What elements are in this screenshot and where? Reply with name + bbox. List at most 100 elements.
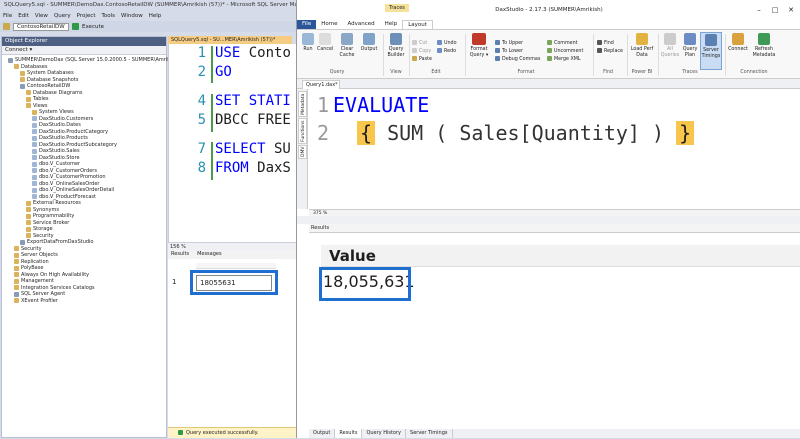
query-builder-label: Query Builder [387, 47, 405, 58]
editor-tab-query[interactable]: SQLQuery5.sql - SU...MER\Amrikish (57))* [168, 36, 292, 44]
dmv-tab[interactable]: DMV [298, 145, 307, 159]
folder-icon [14, 252, 19, 258]
connect-button[interactable]: Connect ▾ [5, 47, 32, 53]
side-panel-tabs: Metadata Functions DMV [297, 89, 308, 209]
find-button[interactable]: Find [597, 40, 614, 47]
editor-zoom[interactable]: 156 % [168, 242, 296, 250]
view-icon [32, 122, 37, 128]
debug-commas-button[interactable]: Debug Commas [495, 56, 540, 63]
load-perf-data-button[interactable]: Load Perf Data [629, 33, 655, 58]
redo-button[interactable]: Redo [437, 48, 456, 55]
database-dropdown[interactable]: ContosoRetailDW [13, 22, 69, 31]
uncomment-button[interactable]: Uncomment [547, 48, 583, 55]
replace-button[interactable]: Replace [597, 48, 623, 55]
line-number: 2 [316, 121, 329, 145]
line-number: 1 [197, 45, 206, 61]
metadata-tab[interactable]: Metadata [298, 91, 307, 117]
results-tabs: Results Messages [168, 250, 296, 259]
code-line: 2 GO [169, 63, 297, 82]
menu-window[interactable]: Window [121, 11, 143, 21]
query-plan-label: Query Plan [682, 47, 698, 58]
server-timings-tab[interactable]: Server Timings [406, 429, 453, 438]
comment-button[interactable]: Comment [547, 40, 578, 47]
tree-node[interactable]: XEvent Profiler [2, 298, 166, 305]
menu-tools[interactable]: Tools [101, 11, 115, 21]
all-queries-button[interactable]: All Queries [660, 33, 680, 58]
group-query: Query [329, 70, 345, 75]
menu-view[interactable]: View [35, 11, 48, 21]
messages-tab[interactable]: Messages [197, 250, 222, 259]
highlight-box [319, 267, 411, 301]
to-lower-icon [495, 48, 500, 53]
tab-file[interactable]: File [297, 20, 317, 29]
output-icon [363, 33, 375, 45]
connect-icon [732, 33, 744, 45]
redo-icon [437, 48, 442, 53]
paste-button[interactable]: Paste [412, 56, 432, 63]
cut-label: Cut [419, 41, 428, 46]
menu-query[interactable]: Query [54, 11, 71, 21]
refresh-metadata-button[interactable]: Refresh Metadata [751, 33, 777, 58]
cancel-button[interactable]: Cancel [317, 33, 333, 53]
tab-home[interactable]: Home [316, 20, 342, 29]
menu-project[interactable]: Project [77, 11, 96, 21]
toolbar-folder-icon[interactable] [3, 23, 10, 30]
folder-icon [20, 77, 25, 83]
output-button[interactable]: Output [359, 33, 379, 53]
to-lower-button[interactable]: To Lower [495, 48, 523, 55]
menu-help[interactable]: Help [149, 11, 162, 21]
copy-label: Copy [419, 49, 432, 54]
tab-layout[interactable]: Layout [402, 20, 433, 29]
copy-button[interactable]: Copy [412, 48, 431, 55]
menu-file[interactable]: File [3, 11, 12, 21]
execute-icon[interactable] [72, 23, 79, 30]
connect-button[interactable]: Connect [727, 33, 749, 53]
folder-icon [14, 298, 19, 304]
dax-editor-zoom[interactable]: 375 % [309, 209, 800, 216]
code-keyword: FROM [215, 160, 249, 176]
minimize-icon[interactable]: – [753, 0, 765, 20]
ribbon-separator [465, 34, 466, 76]
functions-tab[interactable]: Functions [298, 118, 307, 144]
format-query-label: Format Query ▾ [469, 47, 489, 58]
tab-help[interactable]: Help [380, 20, 403, 29]
run-button[interactable]: Run [301, 33, 315, 53]
view-icon [32, 161, 37, 167]
debug-commas-label: Debug Commas [502, 57, 541, 62]
group-edit: Edit [431, 70, 441, 75]
dax-query-editor[interactable]: 1 EVALUATE 2 { SUM ( Sales[Quantity] ) } [309, 89, 800, 209]
execute-button[interactable]: Execute [82, 24, 104, 30]
tab-advanced[interactable]: Advanced [342, 20, 379, 29]
document-tab[interactable]: Query1.dax* [302, 80, 340, 89]
line-number: 8 [197, 160, 206, 176]
results-tab[interactable]: Results [335, 429, 363, 438]
view-icon [32, 187, 37, 193]
maximize-icon[interactable]: □ [769, 0, 781, 20]
run-label: Run [303, 47, 313, 52]
clear-cache-button[interactable]: Clear Cache [337, 33, 357, 58]
query-history-tab[interactable]: Query History [362, 429, 407, 438]
to-upper-button[interactable]: To Upper [495, 40, 523, 47]
server-timings-button[interactable]: Server Timings [700, 32, 722, 70]
cut-button[interactable]: Cut [412, 40, 427, 47]
merge-xml-button[interactable]: Merge XML [547, 56, 581, 63]
menu-edit[interactable]: Edit [18, 11, 29, 21]
dax-results-grid: Value 18,055,631 [309, 233, 800, 429]
folder-icon [14, 285, 19, 291]
grid-header [196, 263, 276, 269]
query-builder-button[interactable]: Query Builder [385, 33, 407, 58]
sql-editor[interactable]: 1 USE Conto 2 GO 4 SET STATI 5 DBCC FREE 7 SE… [168, 44, 296, 242]
close-icon[interactable]: ✕ [785, 0, 797, 20]
column-header[interactable]: Value [321, 245, 800, 267]
query-plan-button[interactable]: Query Plan [681, 33, 699, 58]
format-query-button[interactable]: Format Query ▾ [467, 33, 491, 58]
output-tab[interactable]: Output [309, 429, 336, 438]
cancel-label: Cancel [317, 47, 334, 52]
view-icon [32, 129, 37, 135]
to-upper-label: To Upper [502, 41, 524, 46]
line-number: 1 [316, 93, 329, 117]
results-tab[interactable]: Results [171, 250, 189, 259]
pane-splitter[interactable] [297, 216, 800, 224]
undo-button[interactable]: Undo [437, 40, 457, 47]
database-icon [20, 83, 25, 89]
